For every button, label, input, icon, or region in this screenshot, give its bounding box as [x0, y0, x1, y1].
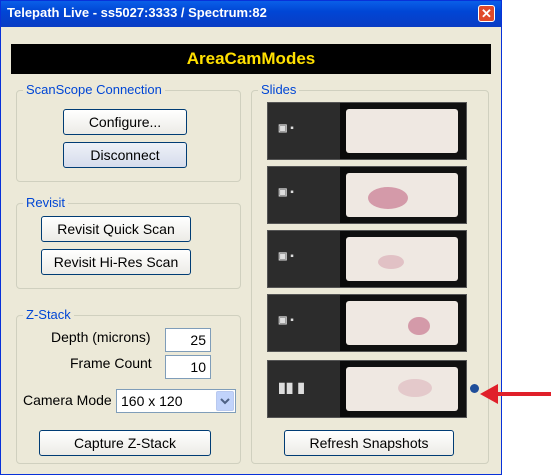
z-stack-legend: Z-Stack — [23, 307, 74, 322]
capture-z-stack-button[interactable]: Capture Z-Stack — [39, 430, 211, 456]
slide-glass — [346, 109, 458, 153]
refresh-snapshots-button[interactable]: Refresh Snapshots — [284, 430, 454, 456]
telepath-window: Telepath Live - ss5027:3333 / Spectrum:8… — [0, 0, 502, 475]
camera-mode-value: 160 x 120 — [121, 393, 183, 409]
slide-barcode-icon: ▮▮ ▮ — [278, 379, 306, 395]
title-bar[interactable]: Telepath Live - ss5027:3333 / Spectrum:8… — [1, 1, 501, 27]
depth-label: Depth (microns) — [51, 329, 151, 345]
mode-banner: AreaCamModes — [11, 44, 491, 74]
camera-mode-label: Camera Mode — [23, 392, 112, 408]
slides-legend: Slides — [258, 82, 300, 97]
tissue-sample — [378, 255, 404, 269]
depth-input[interactable]: 25 — [165, 328, 211, 352]
slide-barcode-icon: ▣ ▪ — [278, 187, 294, 198]
close-icon: ✕ — [481, 6, 492, 21]
slide-barcode-icon: ▣ ▪ — [278, 251, 294, 262]
slide-thumbnail[interactable]: ▣ ▪ — [267, 102, 467, 160]
slide-barcode-icon: ▣ ▪ — [278, 315, 294, 326]
tissue-sample — [408, 317, 430, 335]
revisit-quick-scan-button[interactable]: Revisit Quick Scan — [41, 216, 191, 242]
selected-slide-indicator — [470, 384, 479, 393]
revisit-legend: Revisit — [23, 195, 69, 210]
camera-mode-select[interactable]: 160 x 120 — [116, 389, 236, 413]
pointer-arrow-shaft — [495, 392, 551, 396]
scanscope-connection-group: ScanScope Connection — [16, 82, 241, 182]
disconnect-button[interactable]: Disconnect — [63, 142, 187, 168]
frame-count-input[interactable]: 10 — [165, 355, 211, 379]
configure-button[interactable]: Configure... — [63, 109, 187, 135]
slide-thumbnail[interactable]: ▣ ▪ — [267, 294, 467, 352]
frame-count-label: Frame Count — [70, 355, 152, 371]
chevron-down-icon[interactable] — [216, 391, 234, 411]
slide-thumbnail[interactable]: ▣ ▪ — [267, 230, 467, 288]
revisit-hires-scan-button[interactable]: Revisit Hi-Res Scan — [41, 249, 191, 275]
tissue-sample — [398, 379, 432, 397]
slide-thumbnail[interactable]: ▣ ▪ — [267, 166, 467, 224]
slide-thumbnail[interactable]: ▮▮ ▮ — [267, 360, 467, 418]
close-button[interactable]: ✕ — [478, 5, 495, 22]
slide-glass — [346, 301, 458, 345]
slide-barcode-icon: ▣ ▪ — [278, 123, 294, 134]
tissue-sample — [368, 187, 408, 209]
scanscope-connection-legend: ScanScope Connection — [23, 82, 165, 97]
window-title: Telepath Live - ss5027:3333 / Spectrum:8… — [7, 5, 267, 20]
